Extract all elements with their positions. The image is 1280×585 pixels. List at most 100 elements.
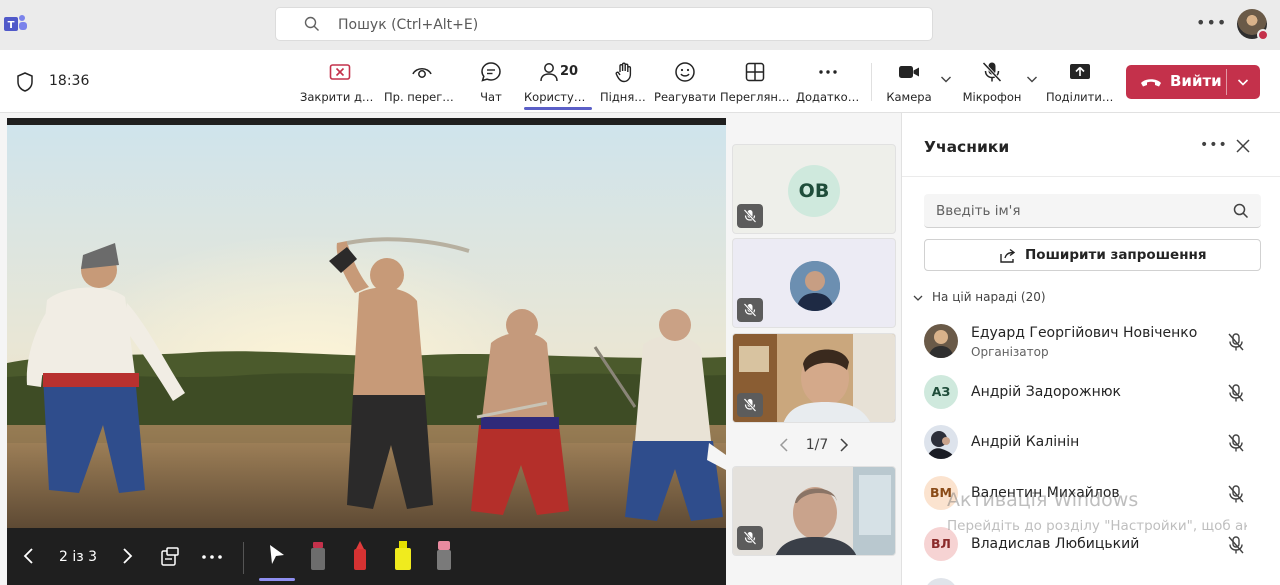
camera-button[interactable]: Камера — [884, 50, 934, 112]
participant-tile[interactable]: OB — [732, 144, 896, 234]
participant-video-tile[interactable] — [732, 466, 896, 556]
leave-button[interactable]: Вийти — [1126, 65, 1260, 99]
previous-page-chevron-left-icon[interactable] — [778, 437, 792, 453]
microphone-off-icon[interactable] — [1226, 433, 1246, 453]
participant-avatar: АЗ — [924, 375, 958, 409]
participant-row[interactable]: Едуард Георгійович Новіченко Організатор — [902, 319, 1280, 365]
hand-icon — [615, 62, 632, 83]
activation-watermark-subtitle: Перейдіть до розділу "Настройки", щоб ак… — [947, 518, 1247, 534]
slide-counter: 2 із 3 — [59, 549, 98, 565]
camera-label: Камера — [886, 90, 932, 104]
preview-label: Пр. перегляд — [384, 90, 460, 104]
raise-hand-button[interactable]: Підняти — [600, 50, 648, 112]
participant-avatar — [790, 261, 840, 311]
grid-icon — [745, 62, 765, 82]
participants-panel: Учасники ••• Поширити запрошення На цій … — [901, 113, 1280, 585]
profile-avatar[interactable] — [1237, 9, 1269, 41]
leave-divider — [1226, 69, 1227, 95]
laser-pointer-icon[interactable] — [267, 543, 287, 567]
microphone-label: Мікрофон — [962, 90, 1022, 104]
activation-watermark-title: Активація Windows — [947, 489, 1139, 511]
microphone-off-icon — [982, 61, 1002, 83]
panel-more-options-icon[interactable]: ••• — [1200, 135, 1227, 157]
search-icon — [1233, 203, 1249, 219]
microphone-button[interactable]: Мікрофон — [960, 50, 1024, 112]
stop-share-icon — [329, 64, 351, 80]
next-page-chevron-right-icon[interactable] — [836, 437, 850, 453]
chevron-down-icon — [913, 295, 923, 301]
preview-button[interactable]: Пр. перегляд — [384, 50, 460, 112]
close-icon[interactable] — [1234, 137, 1252, 155]
person-icon — [540, 63, 558, 82]
ellipsis-icon — [819, 70, 837, 74]
more-actions-label: Додатково — [796, 90, 860, 104]
eraser-icon[interactable] — [435, 540, 453, 572]
participant-row[interactable]: АЗ Андрій Задорожнюк — [902, 370, 1280, 416]
participant-name: Андрій Калінін — [971, 434, 1080, 450]
more-actions-button[interactable]: Додатково — [796, 50, 860, 112]
muted-indicator — [737, 393, 763, 417]
tiles-page-counter: 1/7 — [805, 437, 829, 453]
share-arrow-icon — [1000, 248, 1016, 263]
phone-hangup-icon — [1141, 79, 1161, 87]
panel-title: Учасники — [924, 138, 1010, 156]
search-input[interactable] — [338, 14, 898, 36]
leave-options-chevron-down-icon[interactable] — [1236, 75, 1250, 89]
search-box[interactable] — [275, 7, 933, 41]
slide-thumbnails-icon[interactable] — [159, 546, 181, 568]
slide-image — [7, 125, 726, 528]
shield-icon[interactable] — [16, 72, 34, 92]
presentation-more-icon[interactable] — [201, 554, 223, 560]
next-slide-chevron-right-icon[interactable] — [120, 546, 134, 566]
stop-sharing-button[interactable]: Закрити дос… — [300, 50, 380, 112]
participant-row[interactable]: Андрій Калінін — [902, 420, 1280, 466]
participants-button[interactable]: 20 Користувачі — [524, 50, 592, 112]
chat-button[interactable]: Чат — [468, 50, 514, 112]
participant-initials: OB — [788, 165, 840, 217]
participant-name: Едуард Георгійович Новіченко — [971, 325, 1198, 341]
microphone-off-icon — [743, 531, 757, 545]
presentation-top-bar — [7, 118, 726, 125]
participant-search-box[interactable] — [924, 194, 1261, 228]
participant-search-input[interactable] — [936, 200, 1216, 222]
teams-logo-icon[interactable]: T — [4, 13, 28, 35]
microphone-off-icon — [743, 303, 757, 317]
microphone-off-icon[interactable] — [1226, 535, 1246, 555]
participant-avatar-partial — [924, 578, 958, 585]
presence-busy-icon — [1257, 29, 1269, 41]
participant-video-tile[interactable] — [732, 333, 896, 423]
microphone-off-icon — [743, 209, 757, 223]
shared-content-stage: 2 із 3 — [0, 113, 730, 585]
share-invite-button[interactable]: Поширити запрошення — [924, 239, 1261, 271]
shared-presentation[interactable]: 2 із 3 — [7, 118, 726, 585]
participant-tile[interactable] — [732, 238, 896, 328]
red-pen-icon[interactable] — [351, 540, 369, 572]
pointer-selected-indicator — [259, 578, 295, 581]
camera-options-chevron-down-icon[interactable] — [939, 72, 953, 86]
highlighter-icon[interactable] — [393, 540, 413, 572]
eraser-pen-icon[interactable] — [309, 540, 327, 572]
meeting-timer: 18:36 — [49, 73, 90, 89]
participant-avatar — [924, 425, 958, 459]
microphone-off-icon[interactable] — [1226, 484, 1246, 504]
share-button[interactable]: Поділитися — [1046, 50, 1114, 112]
microphone-options-chevron-down-icon[interactable] — [1025, 72, 1039, 86]
participant-avatar — [924, 324, 958, 358]
smile-icon — [675, 62, 695, 82]
in-meeting-section-label: На цій нараді (20) — [932, 290, 1046, 304]
toolbar-divider — [871, 63, 872, 101]
share-invite-label: Поширити запрошення — [1025, 247, 1207, 263]
chat-label: Чат — [480, 90, 502, 104]
presentation-controls: 2 із 3 — [7, 528, 726, 585]
stop-sharing-label: Закрити дос… — [300, 90, 380, 104]
microphone-off-icon[interactable] — [1226, 332, 1246, 352]
previous-slide-chevron-left-icon[interactable] — [22, 546, 36, 566]
participant-photo — [924, 425, 958, 459]
react-button[interactable]: Реагувати — [654, 50, 716, 112]
microphone-off-icon[interactable] — [1226, 383, 1246, 403]
share-label: Поділитися — [1046, 90, 1114, 104]
eye-icon — [412, 68, 432, 78]
view-button[interactable]: Переглянути — [720, 50, 790, 112]
more-options-icon[interactable]: ••• — [1196, 12, 1226, 36]
svg-text:T: T — [8, 20, 15, 31]
